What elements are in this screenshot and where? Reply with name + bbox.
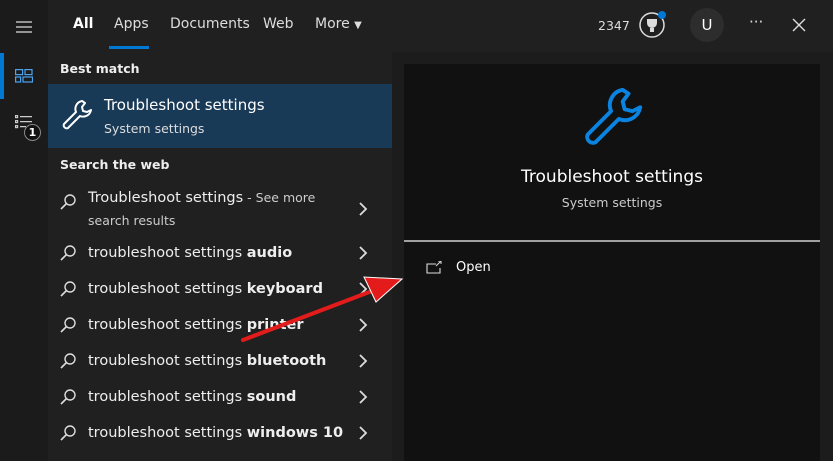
best-match-heading: Best match bbox=[60, 61, 140, 76]
search-icon bbox=[60, 194, 76, 214]
tab-apps[interactable]: Apps bbox=[114, 16, 149, 32]
open-label: Open bbox=[456, 260, 491, 275]
preview-pane: Troubleshoot settings System settings Op… bbox=[392, 52, 833, 461]
web-query-prefix: troubleshoot settings bbox=[88, 389, 247, 405]
search-icon bbox=[60, 281, 76, 301]
web-result[interactable]: troubleshoot settings keyboard bbox=[48, 272, 392, 308]
web-query-prefix: troubleshoot settings bbox=[88, 281, 247, 297]
chevron-right-icon bbox=[358, 318, 368, 336]
web-query-bold: windows 10 bbox=[246, 425, 344, 441]
search-icon bbox=[60, 317, 76, 337]
tab-web[interactable]: Web bbox=[263, 16, 294, 32]
wrench-large-icon bbox=[580, 84, 646, 154]
tab-all[interactable]: All bbox=[73, 16, 93, 32]
wrench-icon bbox=[60, 98, 94, 136]
divider bbox=[404, 240, 820, 242]
chevron-right-icon bbox=[358, 202, 368, 220]
web-query: Troubleshoot settings bbox=[88, 190, 244, 206]
web-query-bold: sound bbox=[246, 389, 297, 405]
web-result[interactable]: troubleshoot settings audio bbox=[48, 236, 392, 272]
search-icon bbox=[60, 425, 76, 445]
chevron-right-icon bbox=[358, 426, 368, 444]
web-query-bold: audio bbox=[246, 245, 293, 261]
best-match-title: Troubleshoot settings bbox=[104, 96, 265, 114]
open-button[interactable]: Open bbox=[426, 260, 491, 275]
sidebar: 1 bbox=[0, 0, 48, 461]
tab-documents[interactable]: Documents bbox=[170, 16, 250, 32]
web-query-bold: printer bbox=[246, 317, 304, 333]
web-result-see-more[interactable]: Troubleshoot settings - See more search … bbox=[48, 185, 392, 235]
best-match-subtitle: System settings bbox=[104, 121, 205, 136]
chevron-right-icon bbox=[358, 246, 368, 264]
open-external-icon bbox=[426, 261, 442, 274]
more-options-button[interactable]: ··· bbox=[749, 13, 763, 31]
top-bar: All Apps Documents Web More ▼ 2347 U ··· bbox=[48, 0, 833, 52]
rewards-trophy-icon[interactable] bbox=[637, 10, 667, 40]
chevron-right-icon bbox=[358, 282, 368, 300]
search-icon bbox=[60, 389, 76, 409]
chevron-right-icon bbox=[358, 354, 368, 372]
chevron-right-icon bbox=[358, 390, 368, 408]
user-avatar[interactable]: U bbox=[690, 8, 724, 42]
web-query-prefix: troubleshoot settings bbox=[88, 425, 247, 441]
web-result[interactable]: troubleshoot settings windows 10 bbox=[48, 416, 392, 452]
caret-down-icon: ▼ bbox=[354, 20, 362, 31]
rewards-points: 2347 bbox=[598, 18, 630, 33]
web-query-bold: keyboard bbox=[246, 281, 323, 297]
search-icon bbox=[60, 245, 76, 265]
hamburger-menu-icon[interactable] bbox=[0, 4, 48, 50]
preview-card: Troubleshoot settings System settings Op… bbox=[404, 64, 820, 461]
home-grid-icon[interactable] bbox=[0, 53, 48, 99]
search-icon bbox=[60, 353, 76, 373]
web-query-bold: bluetooth bbox=[246, 353, 327, 369]
preview-subtitle: System settings bbox=[561, 195, 663, 210]
active-tab-underline bbox=[109, 46, 149, 49]
web-query-prefix: troubleshoot settings bbox=[88, 245, 247, 261]
web-query-suffix: - See more bbox=[243, 190, 316, 205]
tab-more-label: More bbox=[315, 16, 350, 32]
web-result[interactable]: troubleshoot settings printer bbox=[48, 308, 392, 344]
web-query-prefix: troubleshoot settings bbox=[88, 353, 247, 369]
web-result[interactable]: troubleshoot settings sound bbox=[48, 380, 392, 416]
activity-list-icon[interactable] bbox=[0, 99, 48, 145]
results-list: Best match Troubleshoot settings System … bbox=[48, 52, 392, 461]
close-icon[interactable] bbox=[792, 17, 806, 36]
notification-badge: 1 bbox=[24, 124, 41, 141]
web-query-line2: search results bbox=[88, 213, 176, 228]
tab-more[interactable]: More ▼ bbox=[315, 16, 362, 32]
search-web-heading: Search the web bbox=[60, 157, 170, 172]
preview-title: Troubleshoot settings bbox=[521, 167, 703, 187]
web-query-prefix: troubleshoot settings bbox=[88, 317, 247, 333]
web-result[interactable]: troubleshoot settings bluetooth bbox=[48, 344, 392, 380]
best-match-item[interactable]: Troubleshoot settings System settings bbox=[48, 84, 392, 148]
